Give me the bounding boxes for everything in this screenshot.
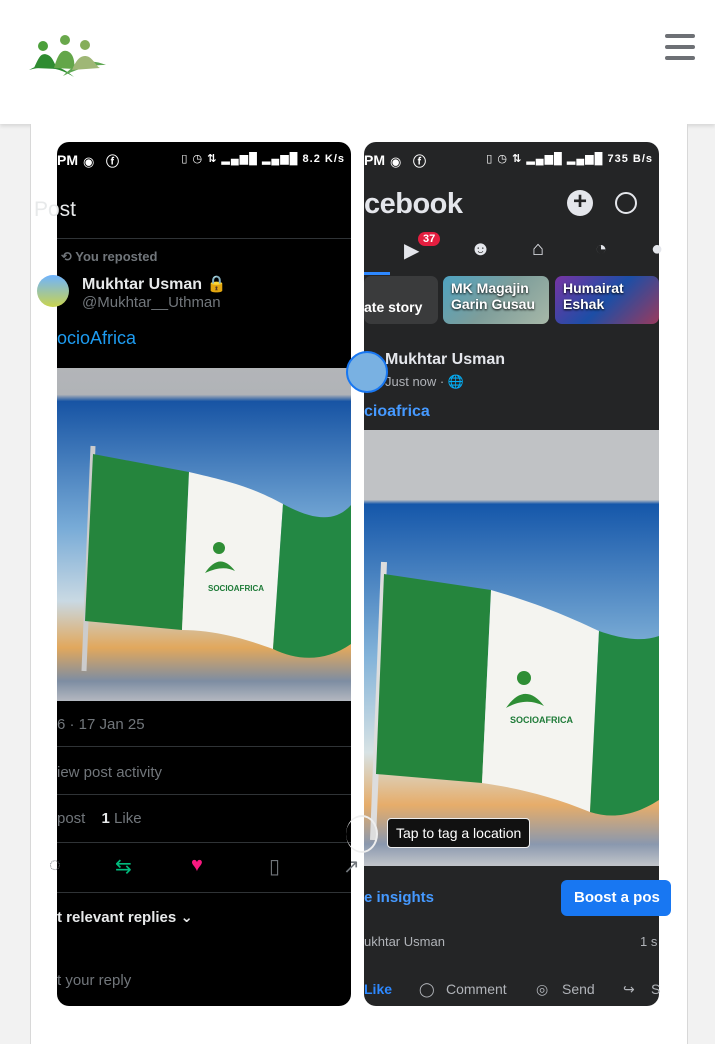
status-time: PM — [364, 152, 385, 168]
location-pin-button[interactable] — [346, 815, 378, 853]
share-icon[interactable]: ↪ — [623, 981, 635, 998]
divider — [57, 892, 351, 893]
hamburger-line — [665, 56, 695, 60]
like-heart-icon[interactable]: ♥ — [191, 854, 203, 877]
story-card[interactable]: MK Magajin Garin Gusau — [443, 276, 549, 324]
marketplace-tab-icon[interactable]: ⌂ — [532, 238, 544, 261]
story-author: Humairat Eshak — [563, 280, 624, 312]
post-stat-label: post — [57, 810, 86, 827]
facebook-nav-tabs: ▶ ☻ ⌂ ◔ ● — [364, 232, 663, 274]
view-post-activity-link[interactable]: iew post activity — [57, 764, 162, 781]
profile-avatar[interactable] — [346, 351, 388, 393]
network-speed: 8.2 K/s — [302, 153, 345, 165]
user-avatar[interactable] — [37, 275, 69, 307]
post-stats[interactable]: post 1 Like — [57, 810, 142, 827]
nigeria-flag-image[interactable]: SOCIOAFRICA — [57, 368, 351, 701]
socioafrica-logo[interactable] — [26, 30, 108, 82]
send-button[interactable]: Send — [562, 981, 595, 997]
reposted-label: ⟲ You reposted — [61, 249, 158, 264]
flag-brand-text: SOCIOAFRICA — [208, 584, 264, 593]
comment-icon[interactable]: ◯ — [419, 981, 435, 998]
hamburger-line — [665, 45, 695, 49]
divider — [57, 842, 351, 843]
status-bar: PM ◉ ⓕ ▯ ◷ ⇅ ▂▄▆█ ▂▄▆█ 8.2 K/s — [57, 142, 351, 178]
comment-button[interactable]: Comment — [446, 981, 507, 997]
facebook-post-actions: Like ◯ Comment ◎ Send ↪ S — [364, 972, 660, 1004]
post-author-footer: ukhtar Usman — [364, 934, 445, 949]
friends-tab-icon[interactable]: ☻ — [470, 238, 491, 261]
status-bar: PM ◉ ⓕ ▯ ◷ ⇅ ▂▄▆█ ▂▄▆█ 735 B/s — [364, 142, 659, 178]
like-count: 1 — [101, 810, 110, 827]
replies-sort-dropdown[interactable]: t relevant replies ⌄ — [57, 908, 193, 926]
hamburger-menu-button[interactable] — [665, 34, 697, 64]
x-back-title: Post — [34, 198, 77, 221]
location-tooltip[interactable]: Tap to tag a location — [387, 818, 531, 848]
share-icon[interactable]: ↗ — [343, 854, 360, 879]
like-button[interactable]: Like — [364, 981, 392, 997]
status-system-icons: ▯ ◷ ⇅ ▂▄▆█ ▂▄▆█ 735 B/s — [486, 153, 653, 165]
story-card[interactable]: Humairat Eshak — [555, 276, 659, 324]
repost-icon[interactable]: ⇆ — [115, 854, 132, 879]
status-system-icons: ▯ ◷ ⇅ ▂▄▆█ ▂▄▆█ 8.2 K/s — [181, 153, 345, 165]
notifications-tab-icon[interactable]: ◔ — [595, 238, 607, 261]
boost-post-button[interactable]: Boost a pos — [561, 880, 671, 916]
create-post-button[interactable]: + — [567, 190, 593, 216]
divider — [57, 746, 351, 747]
divider — [57, 238, 351, 239]
create-story-label: ate story — [364, 299, 423, 315]
story-author: MK Magajin Garin Gusau — [451, 280, 536, 312]
status-app-icons: ◉ ⓕ — [83, 154, 123, 169]
bookmark-icon[interactable]: ▯ — [269, 854, 280, 879]
post-time: Just now · 🌐 — [385, 374, 465, 389]
post-author-name[interactable]: Mukhtar Usman — [385, 351, 505, 369]
hamburger-line — [665, 34, 695, 38]
post-date: 6 · 17 Jan 25 — [57, 716, 145, 733]
create-story-card[interactable]: ate story — [364, 276, 438, 324]
flag-brand-text: SOCIOAFRICA — [510, 715, 574, 725]
user-name-text: Mukhtar Usman — [82, 276, 203, 293]
reposted-text: You reposted — [75, 249, 158, 264]
divider — [57, 794, 351, 795]
hashtag-link[interactable]: cioafrica — [364, 403, 430, 421]
network-speed: 735 B/s — [607, 153, 653, 165]
send-icon[interactable]: ◎ — [536, 981, 548, 998]
user-handle[interactable]: @Mukhtar__Uthman — [82, 294, 221, 311]
nigeria-flag-image[interactable]: SOCIOAFRICA — [364, 430, 659, 866]
see-insights-link[interactable]: e insights — [364, 889, 434, 906]
active-tab-indicator — [364, 272, 390, 275]
search-icon[interactable] — [615, 192, 637, 214]
user-name[interactable]: Mukhtar Usman 🔒 — [82, 274, 226, 294]
stories-row: ate story MK Magajin Garin Gusau Humaira… — [364, 276, 659, 328]
status-time: PM — [57, 152, 78, 168]
status-app-icons: ◉ ⓕ — [390, 154, 430, 169]
post-action-bar: ◌ ⇆ ♥ ▯ ↗ — [49, 850, 360, 884]
video-notification-badge: 37 — [418, 232, 441, 246]
profile-tab-icon[interactable]: ● — [651, 238, 663, 261]
reply-input[interactable]: t your reply — [57, 972, 131, 989]
video-tab-icon[interactable]: ▶ — [404, 238, 419, 263]
site-header — [0, 0, 715, 124]
hashtag-link[interactable]: ocioAfrica — [57, 328, 136, 349]
lock-icon: 🔒 — [206, 276, 227, 293]
reply-icon[interactable]: ◌ — [49, 854, 61, 877]
seen-count: 1 s — [640, 934, 658, 949]
share-button[interactable]: S — [651, 981, 660, 997]
like-label: Like — [114, 810, 142, 827]
facebook-logo-text[interactable]: cebook — [364, 188, 463, 221]
